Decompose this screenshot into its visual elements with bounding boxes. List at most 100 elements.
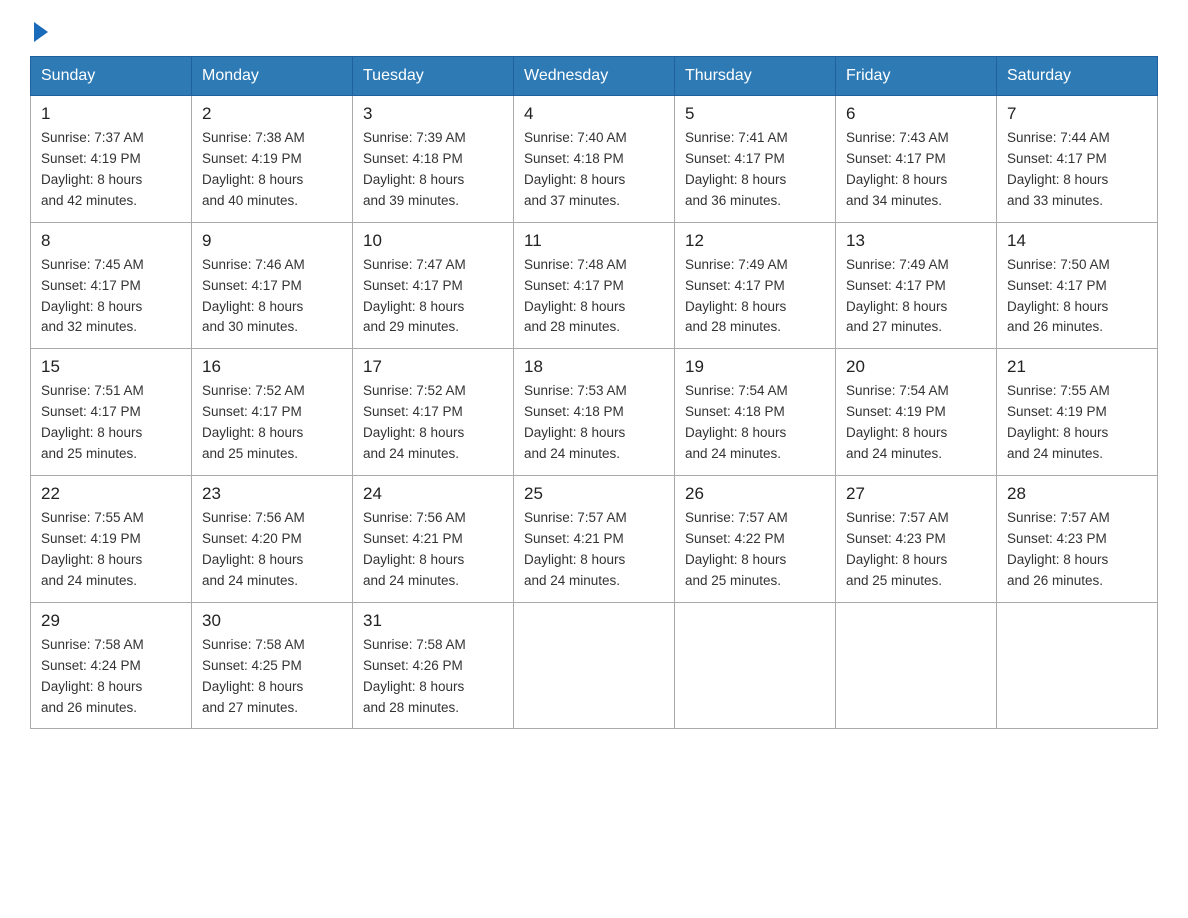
weekday-header-sunday: Sunday: [31, 57, 192, 96]
day-number: 5: [685, 104, 825, 124]
day-info: Sunrise: 7:56 AMSunset: 4:21 PMDaylight:…: [363, 508, 503, 592]
calendar-cell: 6 Sunrise: 7:43 AMSunset: 4:17 PMDayligh…: [836, 96, 997, 223]
day-number: 30: [202, 611, 342, 631]
weekday-header-friday: Friday: [836, 57, 997, 96]
calendar-cell: 16 Sunrise: 7:52 AMSunset: 4:17 PMDaylig…: [192, 349, 353, 476]
calendar-cell: 20 Sunrise: 7:54 AMSunset: 4:19 PMDaylig…: [836, 349, 997, 476]
calendar-cell: 28 Sunrise: 7:57 AMSunset: 4:23 PMDaylig…: [997, 476, 1158, 603]
day-number: 15: [41, 357, 181, 377]
calendar-table: SundayMondayTuesdayWednesdayThursdayFrid…: [30, 56, 1158, 729]
day-number: 23: [202, 484, 342, 504]
day-info: Sunrise: 7:41 AMSunset: 4:17 PMDaylight:…: [685, 128, 825, 212]
day-info: Sunrise: 7:55 AMSunset: 4:19 PMDaylight:…: [41, 508, 181, 592]
day-info: Sunrise: 7:47 AMSunset: 4:17 PMDaylight:…: [363, 255, 503, 339]
calendar-cell: 1 Sunrise: 7:37 AMSunset: 4:19 PMDayligh…: [31, 96, 192, 223]
day-info: Sunrise: 7:52 AMSunset: 4:17 PMDaylight:…: [363, 381, 503, 465]
day-info: Sunrise: 7:56 AMSunset: 4:20 PMDaylight:…: [202, 508, 342, 592]
day-info: Sunrise: 7:52 AMSunset: 4:17 PMDaylight:…: [202, 381, 342, 465]
calendar-cell: 15 Sunrise: 7:51 AMSunset: 4:17 PMDaylig…: [31, 349, 192, 476]
day-info: Sunrise: 7:54 AMSunset: 4:18 PMDaylight:…: [685, 381, 825, 465]
day-info: Sunrise: 7:39 AMSunset: 4:18 PMDaylight:…: [363, 128, 503, 212]
calendar-cell: 26 Sunrise: 7:57 AMSunset: 4:22 PMDaylig…: [675, 476, 836, 603]
calendar-cell: 27 Sunrise: 7:57 AMSunset: 4:23 PMDaylig…: [836, 476, 997, 603]
calendar-cell: 9 Sunrise: 7:46 AMSunset: 4:17 PMDayligh…: [192, 222, 353, 349]
calendar-cell: 8 Sunrise: 7:45 AMSunset: 4:17 PMDayligh…: [31, 222, 192, 349]
weekday-header-saturday: Saturday: [997, 57, 1158, 96]
day-number: 1: [41, 104, 181, 124]
day-number: 7: [1007, 104, 1147, 124]
calendar-cell: 17 Sunrise: 7:52 AMSunset: 4:17 PMDaylig…: [353, 349, 514, 476]
calendar-cell: 22 Sunrise: 7:55 AMSunset: 4:19 PMDaylig…: [31, 476, 192, 603]
calendar-cell: [514, 602, 675, 729]
logo-arrow-icon: [34, 22, 48, 42]
day-info: Sunrise: 7:51 AMSunset: 4:17 PMDaylight:…: [41, 381, 181, 465]
calendar-cell: 30 Sunrise: 7:58 AMSunset: 4:25 PMDaylig…: [192, 602, 353, 729]
day-number: 10: [363, 231, 503, 251]
day-info: Sunrise: 7:57 AMSunset: 4:23 PMDaylight:…: [1007, 508, 1147, 592]
day-info: Sunrise: 7:40 AMSunset: 4:18 PMDaylight:…: [524, 128, 664, 212]
calendar-cell: [675, 602, 836, 729]
calendar-cell: 13 Sunrise: 7:49 AMSunset: 4:17 PMDaylig…: [836, 222, 997, 349]
day-number: 31: [363, 611, 503, 631]
week-row-1: 1 Sunrise: 7:37 AMSunset: 4:19 PMDayligh…: [31, 96, 1158, 223]
calendar-cell: 19 Sunrise: 7:54 AMSunset: 4:18 PMDaylig…: [675, 349, 836, 476]
logo: [30, 20, 48, 38]
week-row-2: 8 Sunrise: 7:45 AMSunset: 4:17 PMDayligh…: [31, 222, 1158, 349]
day-info: Sunrise: 7:44 AMSunset: 4:17 PMDaylight:…: [1007, 128, 1147, 212]
calendar-cell: 18 Sunrise: 7:53 AMSunset: 4:18 PMDaylig…: [514, 349, 675, 476]
calendar-cell: 25 Sunrise: 7:57 AMSunset: 4:21 PMDaylig…: [514, 476, 675, 603]
day-info: Sunrise: 7:50 AMSunset: 4:17 PMDaylight:…: [1007, 255, 1147, 339]
calendar-cell: 10 Sunrise: 7:47 AMSunset: 4:17 PMDaylig…: [353, 222, 514, 349]
calendar-cell: 23 Sunrise: 7:56 AMSunset: 4:20 PMDaylig…: [192, 476, 353, 603]
day-info: Sunrise: 7:57 AMSunset: 4:21 PMDaylight:…: [524, 508, 664, 592]
day-number: 17: [363, 357, 503, 377]
calendar-cell: 12 Sunrise: 7:49 AMSunset: 4:17 PMDaylig…: [675, 222, 836, 349]
calendar-cell: 4 Sunrise: 7:40 AMSunset: 4:18 PMDayligh…: [514, 96, 675, 223]
day-info: Sunrise: 7:58 AMSunset: 4:26 PMDaylight:…: [363, 635, 503, 719]
day-number: 21: [1007, 357, 1147, 377]
calendar-cell: 7 Sunrise: 7:44 AMSunset: 4:17 PMDayligh…: [997, 96, 1158, 223]
day-info: Sunrise: 7:58 AMSunset: 4:25 PMDaylight:…: [202, 635, 342, 719]
day-info: Sunrise: 7:38 AMSunset: 4:19 PMDaylight:…: [202, 128, 342, 212]
day-number: 18: [524, 357, 664, 377]
day-info: Sunrise: 7:53 AMSunset: 4:18 PMDaylight:…: [524, 381, 664, 465]
week-row-4: 22 Sunrise: 7:55 AMSunset: 4:19 PMDaylig…: [31, 476, 1158, 603]
calendar-cell: 24 Sunrise: 7:56 AMSunset: 4:21 PMDaylig…: [353, 476, 514, 603]
day-number: 12: [685, 231, 825, 251]
day-info: Sunrise: 7:58 AMSunset: 4:24 PMDaylight:…: [41, 635, 181, 719]
calendar-cell: 21 Sunrise: 7:55 AMSunset: 4:19 PMDaylig…: [997, 349, 1158, 476]
page-header: [30, 20, 1158, 38]
calendar-cell: 29 Sunrise: 7:58 AMSunset: 4:24 PMDaylig…: [31, 602, 192, 729]
weekday-header-monday: Monday: [192, 57, 353, 96]
day-number: 20: [846, 357, 986, 377]
week-row-5: 29 Sunrise: 7:58 AMSunset: 4:24 PMDaylig…: [31, 602, 1158, 729]
day-info: Sunrise: 7:55 AMSunset: 4:19 PMDaylight:…: [1007, 381, 1147, 465]
weekday-header-wednesday: Wednesday: [514, 57, 675, 96]
calendar-cell: 3 Sunrise: 7:39 AMSunset: 4:18 PMDayligh…: [353, 96, 514, 223]
day-number: 8: [41, 231, 181, 251]
day-number: 13: [846, 231, 986, 251]
day-number: 22: [41, 484, 181, 504]
day-number: 16: [202, 357, 342, 377]
calendar-cell: 5 Sunrise: 7:41 AMSunset: 4:17 PMDayligh…: [675, 96, 836, 223]
weekday-header-tuesday: Tuesday: [353, 57, 514, 96]
day-number: 3: [363, 104, 503, 124]
day-number: 14: [1007, 231, 1147, 251]
day-number: 2: [202, 104, 342, 124]
calendar-cell: 2 Sunrise: 7:38 AMSunset: 4:19 PMDayligh…: [192, 96, 353, 223]
calendar-cell: [997, 602, 1158, 729]
day-info: Sunrise: 7:57 AMSunset: 4:23 PMDaylight:…: [846, 508, 986, 592]
calendar-cell: 31 Sunrise: 7:58 AMSunset: 4:26 PMDaylig…: [353, 602, 514, 729]
day-info: Sunrise: 7:49 AMSunset: 4:17 PMDaylight:…: [846, 255, 986, 339]
week-row-3: 15 Sunrise: 7:51 AMSunset: 4:17 PMDaylig…: [31, 349, 1158, 476]
day-info: Sunrise: 7:46 AMSunset: 4:17 PMDaylight:…: [202, 255, 342, 339]
day-number: 26: [685, 484, 825, 504]
day-info: Sunrise: 7:45 AMSunset: 4:17 PMDaylight:…: [41, 255, 181, 339]
day-info: Sunrise: 7:54 AMSunset: 4:19 PMDaylight:…: [846, 381, 986, 465]
calendar-cell: 14 Sunrise: 7:50 AMSunset: 4:17 PMDaylig…: [997, 222, 1158, 349]
day-number: 27: [846, 484, 986, 504]
day-number: 28: [1007, 484, 1147, 504]
calendar-cell: [836, 602, 997, 729]
logo-general-text: [30, 20, 48, 42]
weekday-header-thursday: Thursday: [675, 57, 836, 96]
